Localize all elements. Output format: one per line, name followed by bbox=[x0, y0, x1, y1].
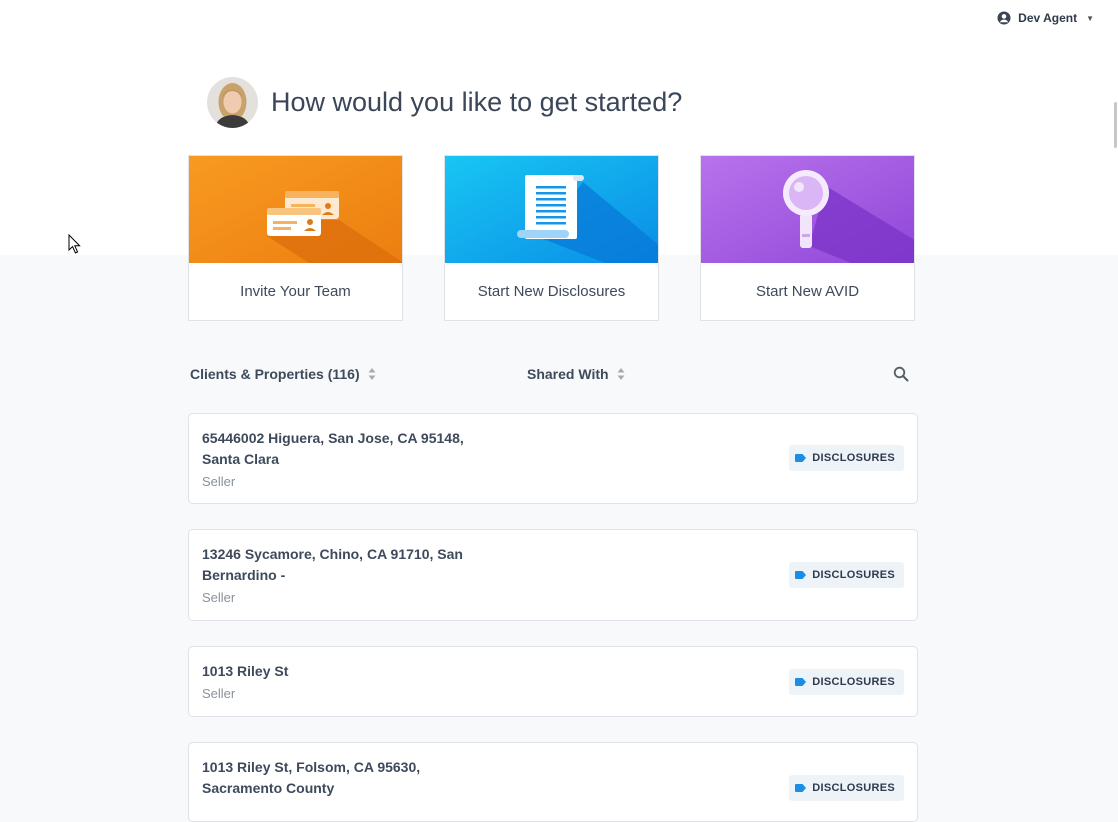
sort-icon bbox=[368, 368, 376, 380]
disclosures-badge[interactable]: DISCLOSURES bbox=[789, 445, 904, 471]
user-menu[interactable]: Dev Agent ▼ bbox=[997, 11, 1094, 25]
sort-shared-button[interactable]: Shared With bbox=[527, 366, 625, 382]
chevron-down-icon: ▼ bbox=[1086, 13, 1094, 23]
property-address: 1013 Riley St Seller bbox=[202, 661, 502, 704]
avatar bbox=[207, 77, 258, 128]
tag-icon bbox=[795, 784, 807, 792]
property-row[interactable]: 1013 Riley St Seller DISCLOSURES bbox=[188, 646, 918, 717]
property-address: 1013 Riley St, Folsom, CA 95630, Sacrame… bbox=[202, 757, 502, 800]
sort-clients-button[interactable]: Clients & Properties (116) bbox=[190, 366, 376, 382]
start-avid-banner bbox=[701, 156, 914, 263]
invite-team-card[interactable]: Invite Your Team bbox=[188, 155, 403, 321]
badge-label: DISCLOSURES bbox=[812, 782, 895, 794]
property-role: Seller bbox=[202, 686, 236, 701]
magnifier-icon bbox=[701, 156, 914, 263]
start-avid-label: Start New AVID bbox=[755, 283, 860, 300]
invite-team-label: Invite Your Team bbox=[240, 283, 351, 300]
badge-label: DISCLOSURES bbox=[812, 569, 895, 581]
badge-label: DISCLOSURES bbox=[812, 676, 895, 688]
start-avid-card[interactable]: Start New AVID bbox=[700, 155, 915, 321]
list-header: Clients & Properties (116) Shared With bbox=[190, 366, 917, 384]
property-row[interactable]: 13246 Sycamore, Chino, CA 91710, San Ber… bbox=[188, 529, 918, 621]
user-name: Dev Agent bbox=[1018, 11, 1078, 25]
id-cards-icon bbox=[189, 156, 402, 263]
badge-label: DISCLOSURES bbox=[812, 452, 895, 464]
start-disclosures-label: Start New Disclosures bbox=[477, 283, 626, 300]
tag-icon bbox=[795, 571, 807, 579]
tag-icon bbox=[795, 454, 807, 462]
property-address-text: 13246 Sycamore, Chino, CA 91710, San Ber… bbox=[202, 546, 463, 583]
property-role: Seller bbox=[202, 590, 236, 605]
property-address-text: 1013 Riley St, Folsom, CA 95630, Sacrame… bbox=[202, 759, 421, 796]
scrollbar-thumb[interactable] bbox=[1114, 102, 1117, 148]
start-disclosures-card[interactable]: Start New Disclosures bbox=[444, 155, 659, 321]
mouse-cursor-icon bbox=[68, 234, 81, 254]
property-address: 65446002 Higuera, San Jose, CA 95148, Sa… bbox=[202, 428, 502, 492]
shared-header-label: Shared With bbox=[527, 366, 609, 382]
clients-header-label: Clients & Properties (116) bbox=[190, 366, 360, 382]
account-circle-icon bbox=[997, 11, 1011, 25]
property-row[interactable]: 65446002 Higuera, San Jose, CA 95148, Sa… bbox=[188, 413, 918, 504]
property-row[interactable]: 1013 Riley St, Folsom, CA 95630, Sacrame… bbox=[188, 742, 918, 822]
start-disclosures-banner bbox=[445, 156, 658, 263]
disclosures-badge[interactable]: DISCLOSURES bbox=[789, 669, 904, 695]
page-title: How would you like to get started? bbox=[271, 87, 683, 117]
search-icon[interactable] bbox=[893, 366, 909, 382]
page-header: How would you like to get started? bbox=[207, 77, 682, 128]
sort-icon bbox=[617, 368, 625, 380]
disclosures-badge[interactable]: DISCLOSURES bbox=[789, 775, 904, 801]
property-address: 13246 Sycamore, Chino, CA 91710, San Ber… bbox=[202, 544, 502, 608]
property-address-text: 65446002 Higuera, San Jose, CA 95148, Sa… bbox=[202, 430, 464, 467]
document-scroll-icon bbox=[445, 156, 658, 263]
tag-icon bbox=[795, 678, 807, 686]
property-role: Seller bbox=[202, 474, 236, 489]
invite-team-banner bbox=[189, 156, 402, 263]
disclosures-badge[interactable]: DISCLOSURES bbox=[789, 562, 904, 588]
property-address-text: 1013 Riley St bbox=[202, 663, 289, 679]
